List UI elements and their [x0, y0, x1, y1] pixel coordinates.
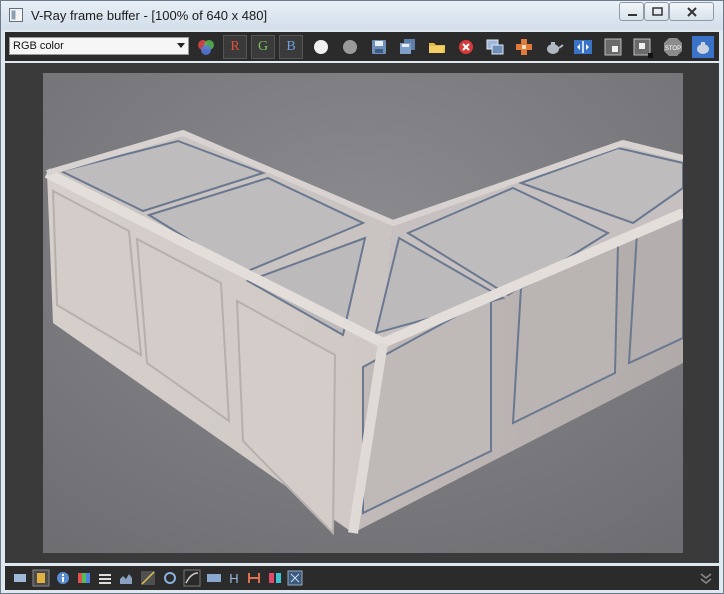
save-all-icon [400, 39, 415, 54]
track-mouse-icon [516, 39, 532, 55]
save-icon [372, 40, 386, 54]
info-icon [57, 572, 69, 584]
levels-icon [99, 574, 111, 584]
title-bar[interactable]: V-Ray frame buffer - [100% of 640 x 480] [1, 1, 723, 30]
app-icon [9, 8, 23, 22]
stamp-icon [287, 570, 303, 586]
region-button[interactable] [601, 35, 625, 59]
pixel-aspect-button[interactable] [245, 569, 263, 587]
channels-button[interactable] [266, 569, 284, 587]
maximize-icon [652, 7, 663, 16]
levels-button[interactable] [96, 569, 114, 587]
blue-channel-label: B [286, 39, 296, 54]
clear-button[interactable] [454, 35, 478, 59]
maximize-button[interactable] [644, 2, 669, 21]
exposure-icon [164, 572, 176, 584]
clear-icon [459, 40, 473, 54]
channels-icon [269, 573, 281, 583]
histogram-button[interactable] [117, 569, 135, 587]
open-button[interactable] [425, 35, 449, 59]
white-balance-button[interactable] [205, 569, 223, 587]
stamp-button[interactable] [286, 569, 304, 587]
display-icon [14, 574, 26, 582]
mono-gray-button[interactable] [338, 35, 362, 59]
mono-white-icon [314, 40, 328, 54]
hsl-button[interactable] [183, 569, 201, 587]
lut-button[interactable] [75, 569, 93, 587]
info-button[interactable] [54, 569, 72, 587]
duplicate-icon [486, 39, 504, 55]
blue-channel-button[interactable]: B [279, 35, 303, 59]
rgb-circles-icon [198, 40, 214, 55]
teapot-icon [547, 42, 564, 54]
color-channels-button[interactable] [194, 35, 218, 59]
main-toolbar: RGB color R G B STOP [5, 32, 719, 61]
render-canvas-area[interactable] [5, 63, 719, 563]
red-channel-button[interactable]: R [223, 35, 247, 59]
red-channel-label: R [230, 39, 240, 54]
render-last-button[interactable] [691, 35, 715, 59]
white-balance-icon [207, 574, 221, 582]
mono-gray-icon [343, 40, 357, 54]
save-all-button[interactable] [396, 35, 420, 59]
vfb-window: V-Ray frame buffer - [100% of 640 x 480]… [0, 0, 724, 594]
rendered-image [43, 73, 683, 553]
hsl-icon [183, 569, 201, 587]
render-last-icon [692, 36, 714, 58]
chevron-down-icon [177, 43, 185, 48]
curve-icon [141, 571, 155, 585]
svg-text:H: H [229, 571, 238, 586]
chevron-double-down-icon [700, 573, 712, 584]
folder-icon [429, 43, 445, 53]
minimize-button[interactable] [619, 2, 644, 21]
compare-button[interactable] [571, 35, 595, 59]
green-channel-label: G [257, 39, 269, 54]
window-title: V-Ray frame buffer - [100% of 640 x 480] [31, 8, 268, 23]
save-button[interactable] [367, 35, 391, 59]
region-icon [604, 38, 622, 56]
track-mouse-button[interactable] [512, 35, 536, 59]
region-render-icon [633, 38, 653, 58]
channel-select-value: RGB color [13, 40, 64, 52]
render-teapot-button[interactable] [541, 35, 565, 59]
green-channel-button[interactable]: G [251, 35, 275, 59]
close-button[interactable] [669, 2, 714, 21]
display-button[interactable] [11, 569, 29, 587]
exposure-button[interactable] [161, 569, 179, 587]
stop-button[interactable]: STOP [661, 35, 685, 59]
minimize-icon [628, 14, 637, 16]
lut-icon [78, 573, 90, 583]
svg-text:STOP: STOP [665, 46, 681, 52]
pixel-aspect-icon [248, 573, 260, 583]
curve-button[interactable] [139, 569, 157, 587]
histogram-icon [120, 574, 132, 584]
color-correction-button[interactable] [32, 569, 50, 587]
region-render-button[interactable] [630, 35, 654, 59]
h-button[interactable]: H [225, 569, 243, 587]
compare-icon [574, 40, 592, 54]
color-correction-icon [32, 569, 50, 587]
h-icon: H [229, 571, 238, 586]
expand-panel-button[interactable] [697, 569, 715, 587]
stop-icon: STOP [664, 38, 682, 56]
mono-white-button[interactable] [309, 35, 333, 59]
duplicate-button[interactable] [483, 35, 507, 59]
bottom-toolbar: H [5, 566, 719, 590]
close-icon [687, 7, 697, 17]
channel-select[interactable]: RGB color [9, 37, 189, 55]
